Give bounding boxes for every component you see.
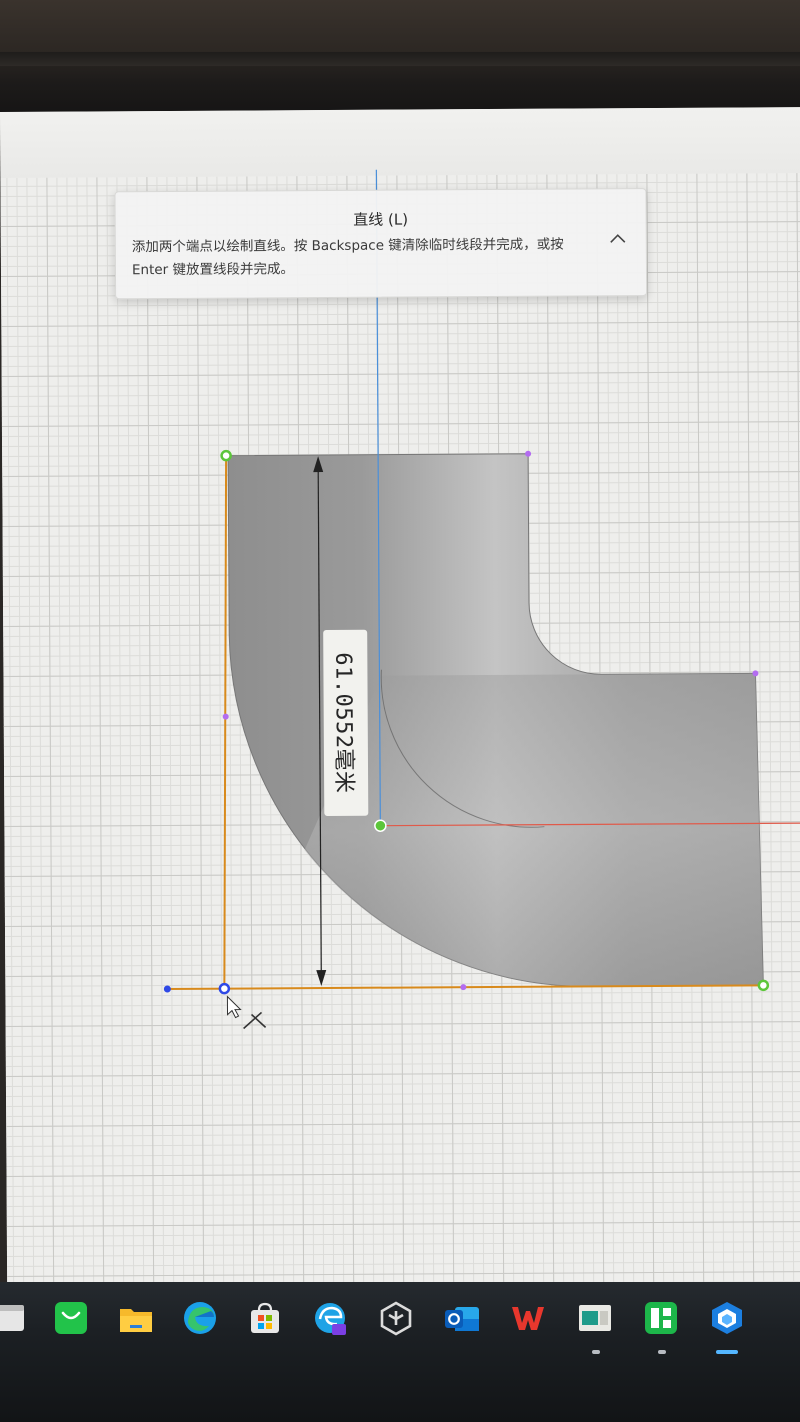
outlook-icon[interactable] [443,1299,481,1337]
unity-icon[interactable] [377,1299,415,1337]
line-tool-cursor-icon [243,1011,267,1030]
point-origin[interactable] [374,819,387,832]
point-bottom-right[interactable] [757,979,770,992]
wechat-icon[interactable] [52,1299,90,1337]
tooltip-description: 添加两个端点以绘制直线。按 Backspace 键清除临时线段并完成，或按 En… [131,236,564,279]
point-bottom-left-active[interactable] [218,982,231,995]
elbow-face-overlay [304,673,764,987]
edge-ai-icon[interactable] [311,1299,349,1337]
cad-app-icon[interactable] [708,1299,746,1337]
green-grid-app-icon[interactable] [642,1299,680,1337]
chevron-up-icon[interactable] [606,227,630,251]
active-app-indicator [716,1350,738,1354]
point-left-mid[interactable] [222,713,229,720]
dimension-text: 61.0552毫米 [330,652,357,794]
dimension-arrow-bottom [316,970,327,987]
running-indicator [658,1350,666,1354]
point-bottom-mid[interactable] [460,984,467,991]
point-line-start[interactable] [163,985,171,993]
tooltip-title: 直线 (L) [353,210,409,229]
dimension-label[interactable]: 61.0552毫米 [323,629,369,817]
point-top-right[interactable] [525,450,532,457]
tool-tooltip: 直线 (L) 添加两个端点以绘制直线。按 Backspace 键清除临时线段并完… [114,188,648,300]
wps-office-icon[interactable] [509,1299,547,1337]
monitor-bezel [0,0,800,118]
app-window-icon[interactable] [576,1299,614,1337]
cad-viewport[interactable]: 61.0552毫米 直线 (L) 添加两个端点以绘制直线。按 Backspace… [0,107,800,1290]
taskbar [0,1282,800,1422]
mouse-cursor-icon [226,995,242,1019]
point-top-left[interactable] [220,449,232,462]
running-indicator [592,1350,600,1354]
file-explorer-icon[interactable] [117,1299,155,1337]
edge-icon[interactable] [181,1299,219,1337]
point-right-top[interactable] [752,670,759,677]
microsoft-store-icon[interactable] [246,1299,284,1337]
file-window-icon[interactable] [0,1299,30,1337]
